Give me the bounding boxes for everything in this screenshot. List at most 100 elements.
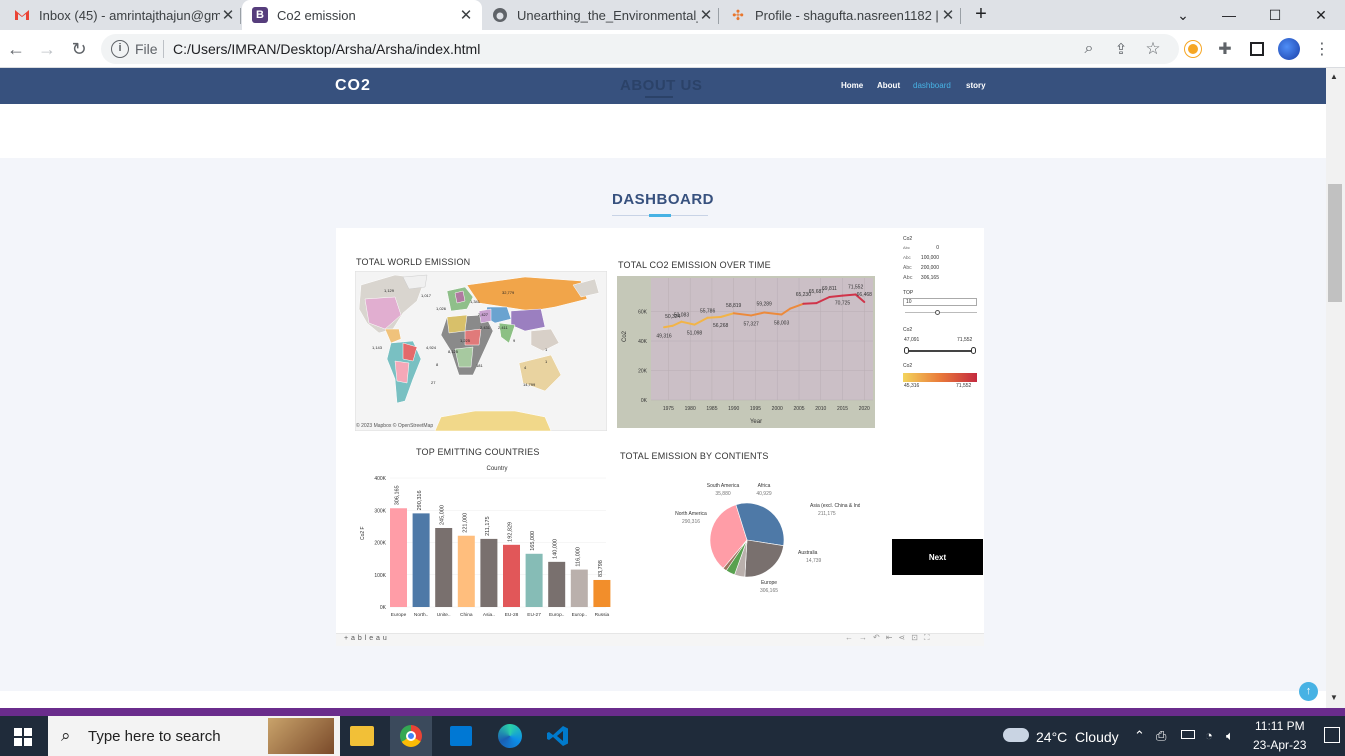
bar[interactable] bbox=[593, 579, 611, 607]
map-value-label: 1,225 bbox=[460, 338, 471, 343]
clock-date[interactable]: 23-Apr-23 bbox=[1253, 738, 1306, 752]
close-tab-icon[interactable]: ✕ bbox=[940, 6, 956, 24]
co2-size-legend-title: Co2 bbox=[903, 236, 913, 242]
world-map[interactable] bbox=[355, 271, 607, 431]
tab-github[interactable]: Unearthing_the_Environmental_Im ✕ bbox=[492, 0, 714, 30]
scroll-down-arrow-icon[interactable]: ▼ bbox=[1330, 693, 1338, 702]
top-filter-label: TOP bbox=[903, 290, 914, 296]
weather-cloud-icon[interactable] bbox=[1003, 728, 1029, 742]
top-filter-input[interactable]: 10 bbox=[903, 298, 977, 306]
back-icon[interactable]: ← bbox=[4, 37, 28, 61]
share-icon[interactable]: ⇪ bbox=[1109, 37, 1133, 61]
map-value-label: 8,125 bbox=[448, 349, 459, 354]
close-tab-icon[interactable]: ✕ bbox=[220, 6, 236, 24]
map-value-label: 9 bbox=[513, 338, 516, 343]
search-icon: ⌕ bbox=[61, 726, 71, 745]
windows-start-icon[interactable] bbox=[14, 728, 32, 751]
bar[interactable] bbox=[480, 538, 498, 607]
tray-chevron-icon[interactable]: ⌃ bbox=[1134, 728, 1145, 744]
nav-dashboard[interactable]: dashboard bbox=[913, 81, 951, 90]
size-legend-key: Abc bbox=[903, 245, 910, 250]
close-window-button[interactable]: ✕ bbox=[1298, 0, 1344, 30]
clock-time[interactable]: 11:11 PM bbox=[1255, 719, 1305, 733]
y-tick-label: 100K bbox=[374, 573, 386, 579]
y-tick-label: 60K bbox=[638, 310, 648, 316]
line-segment bbox=[802, 302, 818, 305]
weather-text[interactable]: 24°C Cloudy bbox=[1036, 729, 1119, 745]
nav-home[interactable]: Home bbox=[841, 81, 863, 90]
site-logo[interactable]: CO2 bbox=[335, 77, 371, 95]
store-icon[interactable] bbox=[450, 726, 472, 746]
tableau-brand[interactable]: + a b l e a u bbox=[344, 635, 387, 642]
bar[interactable] bbox=[412, 513, 430, 607]
bar[interactable] bbox=[457, 535, 475, 607]
top-filter-handle[interactable] bbox=[935, 310, 940, 315]
file-explorer-icon[interactable] bbox=[350, 726, 374, 746]
pie-chart[interactable]: South America 35,880 Africa 40,929 Asia (exc… bbox=[660, 478, 860, 598]
size-legend-value: 100,000 bbox=[920, 255, 939, 261]
map-value-label: 181 bbox=[476, 363, 483, 368]
scrollbar-thumb[interactable] bbox=[1328, 184, 1342, 302]
notification-icon[interactable] bbox=[1324, 727, 1340, 743]
bar[interactable] bbox=[548, 561, 566, 607]
volume-icon[interactable]: 🔈︎ bbox=[1226, 728, 1234, 744]
menu-dots-icon[interactable]: ⋮ bbox=[1310, 37, 1334, 61]
tray-meet-icon[interactable]: ⎙ bbox=[1156, 728, 1166, 744]
bar-chart[interactable]: Country Co2 F 0K 100K 200K 300K 400K 306,165… bbox=[356, 460, 612, 625]
battery-icon[interactable] bbox=[1181, 730, 1195, 739]
tab-gmail[interactable]: Inbox (45) - amrintajthajun@gma ✕ bbox=[14, 0, 236, 30]
wifi-icon[interactable]: ◔ bbox=[1205, 728, 1213, 743]
maximize-button[interactable]: ☐ bbox=[1252, 0, 1298, 30]
line-point-label: 70,725 bbox=[835, 301, 851, 307]
zoom-icon[interactable]: ⌕ bbox=[1077, 37, 1101, 61]
nav-story[interactable]: story bbox=[966, 81, 986, 90]
close-tab-icon[interactable]: ✕ bbox=[698, 6, 714, 24]
close-tab-icon[interactable]: ✕ bbox=[458, 6, 474, 24]
co2-range-label: Co2 bbox=[903, 327, 913, 333]
tab-co2-emission[interactable]: B Co2 emission ✕ bbox=[242, 0, 482, 30]
tab-search-icon[interactable]: ⌄ bbox=[1160, 0, 1206, 30]
back-to-top-button[interactable]: ↑ bbox=[1299, 682, 1318, 701]
extension-coin-icon[interactable] bbox=[1185, 41, 1201, 57]
pie-slice[interactable] bbox=[744, 539, 784, 578]
bar[interactable] bbox=[503, 544, 520, 607]
bar[interactable] bbox=[570, 569, 588, 607]
edge-icon[interactable] bbox=[498, 724, 522, 748]
line-chart[interactable]: 0K 20K 40K 60K 1975 1980 1985 1990 1995 2000 2005… bbox=[617, 276, 875, 428]
info-icon[interactable]: i bbox=[111, 40, 129, 58]
github-icon bbox=[492, 7, 508, 23]
pie-slices bbox=[709, 502, 785, 578]
y-tick-label: 0K bbox=[380, 605, 387, 611]
bar[interactable] bbox=[525, 553, 543, 607]
co2-range-track bbox=[907, 350, 975, 352]
bar-value-label: 290,316 bbox=[417, 490, 423, 510]
tab-separator bbox=[240, 8, 241, 24]
tab-tableau-profile[interactable]: ✣ Profile - shagufta.nasreen1182 | T ✕ bbox=[730, 0, 956, 30]
page-scrollbar[interactable] bbox=[1326, 68, 1345, 708]
tableau-toolbar-icons[interactable]: ←→↶⇤⋖⊡⛶ bbox=[845, 633, 935, 643]
extensions-puzzle-icon[interactable]: ✚ bbox=[1213, 37, 1237, 61]
new-tab-button[interactable]: + bbox=[970, 3, 992, 25]
map-credit: © 2023 Mapbox © OpenStreetMap bbox=[356, 423, 434, 429]
next-button[interactable]: Next bbox=[892, 539, 983, 575]
address-url[interactable]: C:/Users/IMRAN/Desktop/Arsha/Arsha/index… bbox=[173, 41, 480, 57]
profile-avatar[interactable] bbox=[1278, 38, 1300, 60]
line-point-label: 57,327 bbox=[743, 321, 759, 327]
scroll-up-arrow-icon[interactable]: ▲ bbox=[1330, 72, 1338, 81]
co2-range-min-handle[interactable] bbox=[904, 347, 909, 354]
side-panel-icon[interactable] bbox=[1250, 42, 1264, 56]
bookmark-star-icon[interactable]: ☆ bbox=[1141, 37, 1165, 61]
taskbar-search-placeholder[interactable]: Type here to search bbox=[88, 728, 221, 745]
bar[interactable] bbox=[435, 527, 453, 607]
minimize-button[interactable]: — bbox=[1206, 0, 1252, 30]
reload-icon[interactable]: ↻ bbox=[67, 37, 91, 61]
vscode-icon[interactable] bbox=[546, 724, 570, 748]
bar[interactable] bbox=[390, 508, 407, 607]
co2-range-max-handle[interactable] bbox=[971, 347, 976, 354]
bar-chart-title: TOP EMITTING COUNTRIES bbox=[416, 447, 540, 457]
nav-about[interactable]: About bbox=[877, 81, 900, 90]
forward-icon[interactable]: → bbox=[35, 37, 59, 61]
bar-category-label: Asia.. bbox=[483, 612, 495, 618]
line-segment bbox=[841, 293, 857, 297]
map-value-label: 2,431 bbox=[480, 325, 491, 330]
